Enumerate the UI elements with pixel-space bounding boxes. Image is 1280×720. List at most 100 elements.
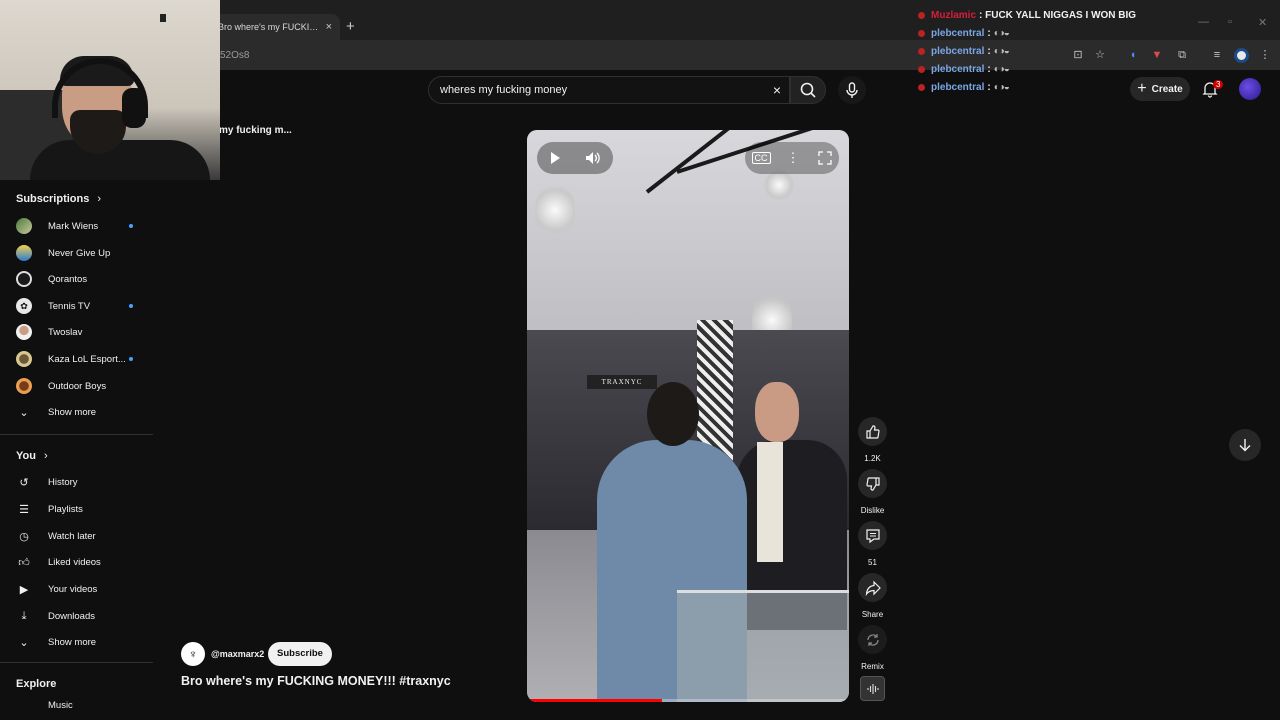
video-progress-track[interactable] — [527, 699, 849, 702]
clear-search-icon[interactable]: × — [773, 82, 781, 98]
dislike-action[interactable]: Dislike — [858, 469, 887, 515]
create-button[interactable]: + Create — [1130, 77, 1190, 101]
headset-earcup — [122, 88, 146, 128]
captions-button[interactable]: CC — [745, 142, 777, 174]
install-app-icon[interactable]: ⊡ — [1071, 48, 1085, 62]
music-icon — [16, 698, 32, 712]
sidebar-item-label: Watch later — [48, 530, 96, 542]
sidebar-item-never-give-up[interactable]: Never Give Up — [16, 243, 110, 263]
dislike-button[interactable] — [858, 469, 887, 498]
sidebar-item-twoslav[interactable]: Twoslav — [16, 322, 82, 342]
channel-logo-icon: ♆ — [188, 647, 198, 661]
share-button[interactable] — [858, 573, 887, 602]
sidebar-item-playlists[interactable]: ☰ Playlists — [16, 499, 83, 519]
show-more-you[interactable]: ⌄ Show more — [16, 632, 96, 652]
search-input[interactable]: wheres my fucking money × — [428, 76, 790, 104]
new-tab-button[interactable]: + — [346, 18, 355, 35]
you-heading[interactable]: You › — [16, 450, 48, 462]
sidebar-item-label: Kaza LoL Esport... — [48, 353, 126, 365]
sidebar-item-music[interactable]: Music — [16, 698, 73, 712]
streamer-shirt — [30, 140, 210, 180]
tab-close-icon[interactable]: × — [326, 21, 332, 33]
show-more-label: Show more — [48, 406, 97, 418]
thumbs-up-icon — [865, 424, 880, 439]
chat-message: : — [987, 82, 991, 93]
sidebar-item-mark-wiens[interactable]: Mark Wiens — [16, 216, 133, 236]
remix-action[interactable]: Remix — [858, 625, 887, 671]
share-label: Share — [861, 610, 884, 619]
extension-shield-icon[interactable]: ▼ — [1150, 48, 1164, 62]
sidebar-item-liked-videos[interactable]: 👍︎ Liked videos — [16, 552, 101, 572]
minimize-icon[interactable]: — — [1198, 16, 1209, 28]
search-button[interactable] — [790, 76, 826, 104]
remix-button[interactable] — [858, 625, 887, 654]
thumbs-down-icon — [865, 476, 880, 491]
sidebar-item-kaza-lol-esports[interactable]: Kaza LoL Esport... — [16, 349, 133, 369]
play-button[interactable] — [539, 142, 571, 174]
voice-search-button[interactable] — [838, 76, 866, 104]
show-more-subscriptions[interactable]: ⌄ Show more — [16, 402, 96, 422]
sidebar-item-tennis-tv[interactable]: ✿ Tennis TV — [16, 296, 133, 316]
extension-audio-icon[interactable]: ◖ — [1126, 48, 1140, 62]
next-video-button[interactable] — [1229, 429, 1261, 461]
shorts-video-player[interactable]: TRAXNYC CC ⋮ — [527, 130, 849, 702]
sidebar-item-watch-later[interactable]: ◷ Watch later — [16, 526, 96, 546]
create-label: Create — [1151, 83, 1183, 95]
extensions-puzzle-icon[interactable]: ⧉ — [1175, 48, 1189, 62]
remix-icon — [866, 633, 879, 646]
browser-tab[interactable]: Bro where's my FUCKING M × — [208, 14, 340, 40]
comment-count: 51 — [868, 558, 877, 567]
like-action[interactable]: 1.2K — [858, 417, 887, 463]
chat-badge-icon — [918, 84, 925, 91]
new-content-dot — [129, 357, 133, 361]
channel-avatar — [16, 271, 32, 287]
volume-button[interactable] — [577, 142, 609, 174]
captions-icon: CC — [751, 152, 771, 164]
channel-avatar — [16, 218, 32, 234]
fullscreen-button[interactable] — [809, 142, 841, 174]
sidebar-item-history[interactable]: ↺ History — [16, 472, 77, 492]
chat-message: : — [987, 46, 991, 57]
sidebar-item-label: Never Give Up — [48, 247, 111, 259]
comments-button[interactable] — [858, 521, 887, 550]
sidebar-item-label: Twoslav — [48, 326, 83, 338]
downloads-icon: ⤓ — [21, 609, 27, 622]
chevron-down-icon: ⌄ — [19, 636, 29, 649]
maximize-icon[interactable]: ▫ — [1228, 16, 1232, 28]
more-options-button[interactable]: ⋮ — [777, 142, 809, 174]
browser-profile-avatar[interactable] — [1234, 48, 1249, 63]
play-icon — [551, 152, 560, 164]
chat-message: : FUCK YALL NIGGAS I WON BIG — [979, 10, 1137, 21]
like-button[interactable] — [858, 417, 887, 446]
bookmark-star-icon[interactable]: ☆ — [1093, 48, 1107, 62]
watch-later-icon: ◷ — [19, 530, 29, 543]
chat-username: Muzlamic — [931, 10, 977, 21]
you-heading-label: You — [16, 450, 36, 462]
comment-icon — [865, 528, 880, 543]
your-videos-icon: ▶ — [19, 583, 29, 596]
sidebar-item-outdoor-boys[interactable]: Outdoor Boys — [16, 376, 106, 396]
chat-badge-icon — [918, 66, 925, 73]
account-avatar[interactable] — [1239, 78, 1261, 100]
subscribe-button[interactable]: Subscribe — [268, 642, 332, 666]
sidebar-item-label: Qorantos — [48, 273, 88, 285]
original-sound-button[interactable] — [860, 676, 885, 701]
media-control-icon[interactable]: ≡ — [1210, 48, 1224, 62]
sidebar-item-qorantos[interactable]: Qorantos — [16, 269, 87, 289]
url-text[interactable]: 52Os8 — [220, 50, 249, 61]
comments-action[interactable]: 51 — [858, 521, 887, 567]
close-window-icon[interactable]: ✕ — [1258, 16, 1267, 29]
sidebar-item-your-videos[interactable]: ▶ Your videos — [16, 579, 98, 599]
sidebar-item-downloads[interactable]: ⤓ Downloads — [16, 606, 95, 626]
liked-icon: 👍︎ — [18, 556, 30, 569]
subscriptions-heading[interactable]: Subscriptions › — [16, 193, 101, 205]
search-query-text[interactable]: wheres my fucking money — [440, 84, 567, 96]
channel-avatar[interactable]: ♆ — [181, 642, 205, 666]
channel-avatar — [16, 378, 32, 394]
sidebar-divider — [0, 662, 153, 663]
browser-menu-icon[interactable]: ⋮ — [1258, 48, 1272, 62]
share-action[interactable]: Share — [858, 573, 887, 619]
channel-name[interactable]: @maxmarx2 — [211, 649, 264, 659]
tab-title: Bro where's my FUCKING M — [218, 22, 322, 32]
video-title[interactable]: Bro where's my FUCKING MONEY!!! #traxnyc — [181, 674, 451, 688]
